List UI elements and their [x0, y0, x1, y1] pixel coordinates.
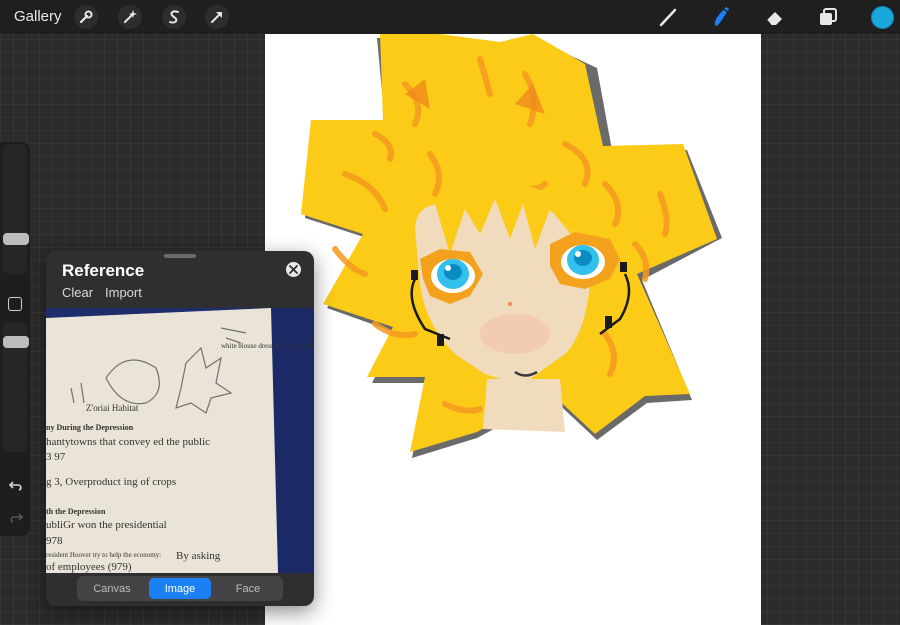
gallery-button[interactable]: Gallery [14, 8, 62, 25]
left-sidebar [0, 142, 30, 536]
photo-note-4: 3 97 [46, 451, 66, 463]
photo-note-10: By asking [176, 550, 221, 562]
reference-window[interactable]: Reference Clear Import Z'oriai Habitat n… [46, 251, 314, 606]
character-drawing [301, 34, 722, 458]
wrench-icon[interactable] [74, 5, 98, 29]
photo-note-6: th the Depression [46, 507, 106, 516]
photo-note-3: hantytowns that convey ed the public [46, 436, 210, 448]
photo-note-2: ny During the Depression [46, 423, 134, 432]
reference-title: Reference [62, 261, 145, 280]
reference-photo: Z'oriai Habitat ny During the Depression… [46, 308, 314, 573]
tab-image[interactable]: Image [149, 578, 211, 599]
drag-handle[interactable] [164, 254, 196, 258]
top-toolbar: Gallery [0, 0, 900, 34]
photo-note-11: of employees (979) [46, 561, 132, 573]
brush-size-thumb[interactable] [3, 233, 29, 245]
tab-face[interactable]: Face [217, 578, 279, 599]
selection-icon[interactable] [162, 5, 186, 29]
magic-wand-icon[interactable] [118, 5, 142, 29]
transform-arrow-icon[interactable] [205, 5, 229, 29]
reference-mode-segmented-control: Canvas Image Face [77, 576, 283, 601]
photo-note-7: ubliGr won the presidential [46, 519, 167, 531]
layers-icon[interactable] [816, 5, 840, 29]
clear-button[interactable]: Clear [62, 285, 93, 300]
brush-icon[interactable] [656, 5, 680, 29]
close-icon[interactable] [286, 262, 301, 277]
neck [483, 379, 565, 432]
import-button[interactable]: Import [105, 285, 142, 300]
photo-note-12: white blouse dress shirt skirt with bagg… [221, 342, 314, 350]
modify-square-icon[interactable] [8, 297, 22, 311]
redo-icon[interactable] [7, 508, 25, 526]
photo-note-5: g 3, Overproduct ing of crops [46, 476, 176, 488]
photo-note-8: 978 [46, 535, 63, 547]
photo-note-9: resident Hoover try to help the economy: [46, 551, 161, 559]
opacity-thumb[interactable] [3, 336, 29, 348]
brush-size-slider[interactable] [3, 144, 27, 274]
smudge-icon[interactable] [709, 5, 733, 29]
undo-icon[interactable] [7, 476, 25, 494]
color-picker-button[interactable] [871, 6, 894, 29]
drawing-canvas[interactable] [265, 34, 761, 625]
eraser-icon[interactable] [763, 5, 787, 29]
tab-canvas[interactable]: Canvas [81, 578, 143, 599]
photo-note-1: Z'oriai Habitat [86, 403, 139, 413]
